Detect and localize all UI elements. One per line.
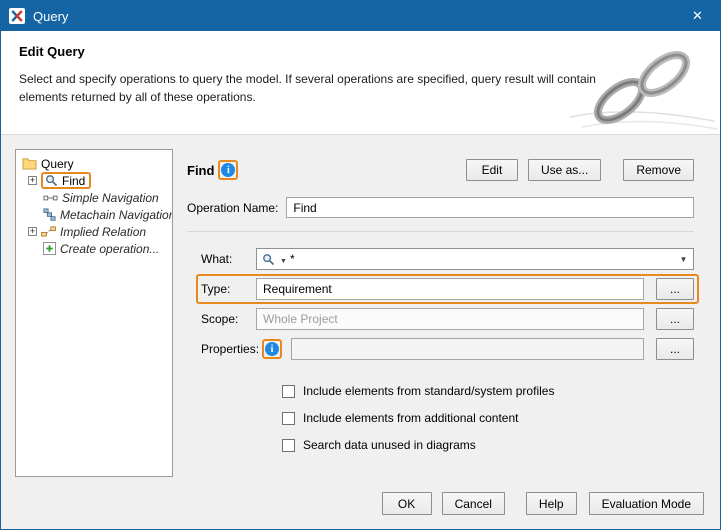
description-line-2: elements returned by all of these operat… [19,90,256,104]
checkbox-label: Search data unused in diagrams [303,438,476,452]
checkbox-row-unused-data: Search data unused in diagrams [282,438,694,452]
dialog-header: Edit Query Select and specify operations… [1,31,720,135]
properties-label-text: Properties: [201,342,259,356]
checkbox-label: Include elements from additional content [303,411,518,425]
tree-item-metachain-navigation[interactable]: Metachain Navigation [18,206,170,223]
expand-icon[interactable]: + [28,176,37,185]
what-value: * [290,252,295,266]
use-as-button[interactable]: Use as... [528,159,601,181]
implied-relation-icon [41,226,56,237]
titlebar[interactable]: Query ✕ [1,1,720,31]
info-icon[interactable]: i [221,163,235,177]
tree-item-simple-navigation[interactable]: Simple Navigation [18,189,170,206]
checkbox-label: Include elements from standard/system pr… [303,384,554,398]
tree-item-label: Create operation... [60,242,159,256]
type-more-button[interactable]: ... [656,278,694,300]
app-logo-icon [9,8,25,24]
scope-value: Whole Project [263,312,338,326]
type-value: Requirement [263,282,332,296]
find-info-highlight: i [218,160,238,180]
magnifier-icon [45,174,58,187]
separator [187,231,694,232]
detail-header: Find i Edit Use as... Remove [187,159,694,181]
include-standard-profiles-checkbox[interactable] [282,385,295,398]
type-row-highlight: Type: Requirement ... [196,274,699,304]
create-operation-icon [43,242,56,255]
ok-button[interactable]: OK [382,492,432,515]
operation-name-row: Operation Name: [187,197,694,218]
type-label: Type: [201,282,247,296]
what-combobox[interactable]: ▼ * ▼ [256,248,694,270]
tree-item-label: Implied Relation [60,225,146,239]
operations-tree: Query + Find [15,149,173,477]
search-unused-data-checkbox[interactable] [282,439,295,452]
info-icon[interactable]: i [265,342,279,356]
chevron-down-icon[interactable]: ▼ [674,249,693,269]
tree-item-label: Metachain Navigation [60,208,173,222]
operation-title: Find [187,163,214,178]
query-dialog: Query ✕ Edit Query Select and specify op… [0,0,721,530]
simple-navigation-icon [43,193,58,203]
description-line-1: Select and specify operations to query t… [19,72,596,86]
tree-item-find[interactable]: + Find [18,172,170,189]
query-folder-icon [22,157,37,170]
cancel-button[interactable]: Cancel [442,492,505,515]
close-button[interactable]: ✕ [675,1,720,31]
detail-header-buttons: Edit Use as... Remove [466,159,694,181]
type-field[interactable]: Requirement [256,278,644,300]
close-icon: ✕ [692,8,703,24]
window-title: Query [33,9,68,24]
tree-item-label: Query [41,157,74,171]
tree-item-query-root[interactable]: Query [18,155,170,172]
chain-graphic [568,47,718,133]
checkbox-row-additional-content: Include elements from additional content [282,411,694,425]
properties-more-button[interactable]: ... [656,338,694,360]
selected-item-highlight: Find [41,172,91,189]
search-icon [262,253,275,266]
metachain-navigation-icon [43,208,56,221]
expand-icon[interactable]: + [28,227,37,236]
tree-item-label: Simple Navigation [62,191,159,205]
main-area: Query + Find [1,135,720,483]
properties-label: Properties: i [201,339,282,359]
edit-button[interactable]: Edit [466,159,518,181]
what-label: What: [201,252,247,266]
what-row: What: ▼ * ▼ [201,248,694,270]
properties-info-highlight: i [262,339,282,359]
evaluation-mode-button[interactable]: Evaluation Mode [589,492,704,515]
properties-row: Properties: i ... [201,338,694,360]
options-checkboxes: Include elements from standard/system pr… [282,384,694,465]
footer-buttons: OK Cancel Help Evaluation Mode [1,483,720,529]
tree-item-implied-relation[interactable]: + Implied Relation [18,223,170,240]
scope-row: Scope: Whole Project ... [201,308,694,330]
search-mode-arrow-icon: ▼ [280,258,287,265]
tree-item-label: Find [62,174,85,188]
remove-button[interactable]: Remove [623,159,694,181]
checkbox-row-standard-profiles: Include elements from standard/system pr… [282,384,694,398]
scope-more-button[interactable]: ... [656,308,694,330]
tree-item-create-operation[interactable]: Create operation... [18,240,170,257]
type-row: Type: Requirement ... [201,278,694,300]
include-additional-content-checkbox[interactable] [282,412,295,425]
help-button[interactable]: Help [526,492,577,515]
operation-name-input[interactable] [286,197,694,218]
scope-label: Scope: [201,312,247,326]
properties-field [291,338,644,360]
operation-name-label: Operation Name: [187,201,278,215]
operation-detail-panel: Find i Edit Use as... Remove Operation N… [187,149,694,477]
scope-field: Whole Project [256,308,644,330]
